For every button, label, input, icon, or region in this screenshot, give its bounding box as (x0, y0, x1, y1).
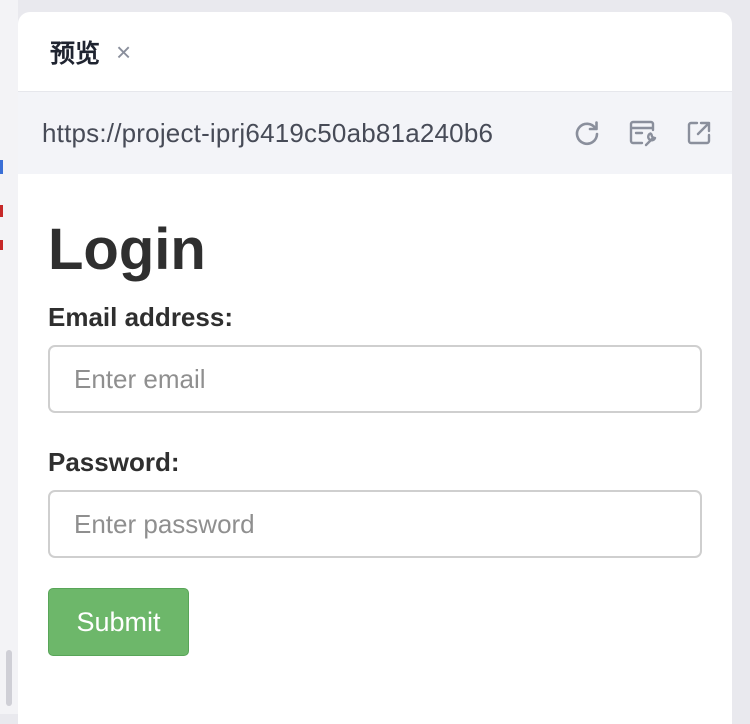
password-input[interactable] (48, 490, 702, 558)
background-error-mark (0, 205, 3, 217)
close-tab-icon[interactable]: × (116, 39, 131, 65)
password-label: Password: (48, 447, 180, 477)
page-title: Login (48, 217, 206, 282)
devtools-icon[interactable] (628, 118, 658, 148)
background-error-mark (0, 240, 3, 250)
email-input[interactable] (48, 345, 702, 413)
preview-panel: 预览 × https://project-iprj6419c50ab81a240… (18, 12, 732, 724)
email-label: Email address: (48, 302, 233, 332)
url-text[interactable]: https://project-iprj6419c50ab81a240b6 (42, 118, 538, 149)
url-bar: https://project-iprj6419c50ab81a240b6 (18, 92, 732, 174)
open-external-icon[interactable] (684, 118, 714, 148)
preview-tab-bar: 预览 × (18, 12, 732, 92)
refresh-icon[interactable] (572, 118, 602, 148)
tab-title[interactable]: 预览 (50, 34, 100, 70)
preview-content: Login Email address: Password: Submit (18, 174, 732, 656)
background-window-strip (0, 0, 18, 714)
url-actions (546, 118, 714, 148)
submit-button[interactable]: Submit (48, 588, 189, 656)
background-link-mark (0, 160, 3, 174)
background-scrollbar[interactable] (6, 650, 12, 706)
